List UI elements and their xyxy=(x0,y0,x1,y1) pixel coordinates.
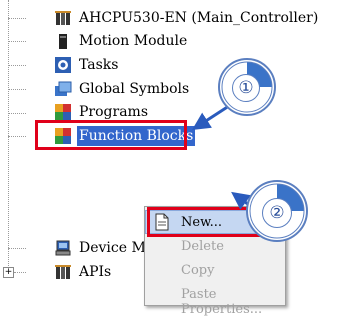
step-2-callout: ② xyxy=(246,180,308,242)
step-2-number: ② xyxy=(262,198,292,228)
step-1-callout: ① xyxy=(218,58,276,116)
callout-arrows xyxy=(191,102,257,212)
step-1-number: ① xyxy=(232,74,260,102)
